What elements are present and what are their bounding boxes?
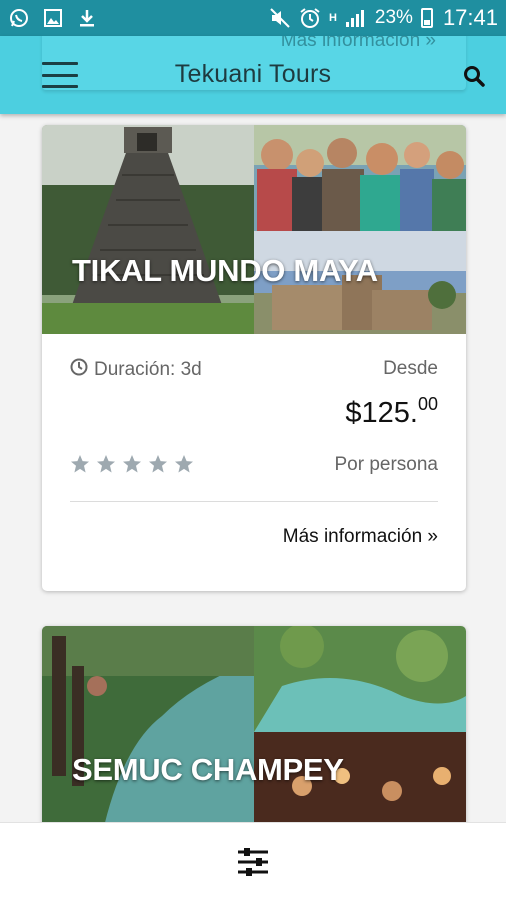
more-info-link[interactable]: Más información » <box>283 526 438 548</box>
star-icon <box>71 455 89 473</box>
star-rating <box>70 454 194 474</box>
tour-card[interactable]: TIKAL MUNDO MAYA Duración: 3d Desde $125… <box>42 125 466 591</box>
tour-info: Duración: 3d Desde $125.00 Por persona M… <box>42 334 466 591</box>
tour-card[interactable]: SEMUC CHAMPEY <box>42 626 466 846</box>
app-title: Tekuani Tours <box>174 60 332 88</box>
battery-icon <box>420 8 433 28</box>
whatsapp-icon <box>8 7 30 29</box>
duration: Duración: 3d <box>70 358 202 382</box>
network-type: H <box>328 12 337 24</box>
image-icon <box>42 7 64 29</box>
battery-percent: 23% <box>374 7 413 28</box>
tour-title: SEMUC CHAMPEY <box>72 752 344 787</box>
download-icon <box>76 7 98 29</box>
tour-collage <box>42 125 466 334</box>
signal-icon <box>345 7 367 29</box>
app-bar: Más información » Tekuani Tours <box>0 36 506 114</box>
mute-icon <box>269 7 291 29</box>
price-cents: 00 <box>417 394 438 414</box>
clock: 17:41 <box>442 5 498 30</box>
clock-icon <box>70 358 88 382</box>
alarm-icon <box>299 7 321 29</box>
per-person-label: Por persona <box>334 454 438 475</box>
divider <box>70 501 438 502</box>
price-from-label: Desde <box>383 358 438 379</box>
tour-title: TIKAL MUNDO MAYA <box>72 253 378 288</box>
price-value: $125. <box>345 397 418 429</box>
tour-collage <box>42 626 466 835</box>
tour-image[interactable]: TIKAL MUNDO MAYA <box>42 125 466 334</box>
scrolled-more-info-link: Más información » <box>280 36 436 51</box>
star-icon <box>97 455 115 473</box>
tour-image[interactable]: SEMUC CHAMPEY <box>42 626 466 835</box>
filter-sliders-icon[interactable] <box>236 847 270 877</box>
star-icon <box>123 455 141 473</box>
price: $125.00 <box>345 394 438 430</box>
duration-text: Duración: 3d <box>94 359 202 380</box>
bottom-bar <box>0 822 506 900</box>
star-icon <box>149 455 167 473</box>
status-bar: H 23% 17:41 <box>0 0 506 36</box>
star-icon <box>175 455 193 473</box>
search-icon[interactable] <box>462 64 486 88</box>
